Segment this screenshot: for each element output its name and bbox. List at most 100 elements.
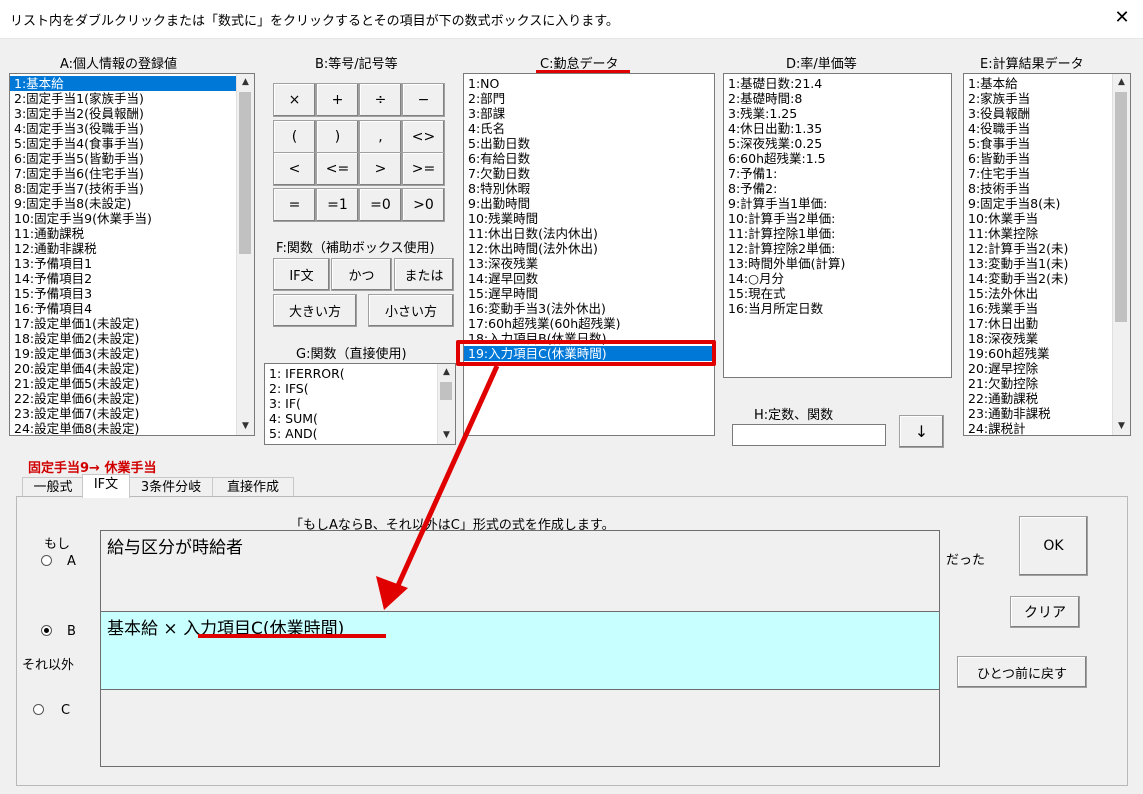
list-item[interactable]: 4:役職手当: [964, 121, 1130, 136]
symbol-button[interactable]: >: [359, 152, 402, 186]
list-item[interactable]: 8:特別休暇: [464, 181, 714, 196]
list-item[interactable]: 2:固定手当1(家族手当): [10, 91, 254, 106]
list-item[interactable]: 12:休出時間(法外休出): [464, 241, 714, 256]
radio-a[interactable]: [41, 555, 52, 566]
list-item[interactable]: 4: SUM(: [265, 411, 455, 426]
list-item[interactable]: 9:固定手当8(未): [964, 196, 1130, 211]
symbol-button[interactable]: +: [316, 83, 359, 117]
list-item[interactable]: 1:基礎日数:21.4: [724, 76, 951, 91]
scroll-down-icon[interactable]: ▼: [237, 418, 254, 435]
list-item[interactable]: 9:固定手当8(未設定): [10, 196, 254, 211]
list-item[interactable]: 8:技術手当: [964, 181, 1130, 196]
list-item[interactable]: 6:皆勤手当: [964, 151, 1130, 166]
list-item[interactable]: 10:計算手当2単価:: [724, 211, 951, 226]
scroll-down-icon[interactable]: ▼: [438, 427, 455, 444]
list-item[interactable]: 2:部門: [464, 91, 714, 106]
list-item[interactable]: 13:予備項目1: [10, 256, 254, 271]
list-item[interactable]: 6:有給日数: [464, 151, 714, 166]
list-item[interactable]: 15:遅早時間: [464, 286, 714, 301]
radio-c[interactable]: [33, 704, 44, 715]
list-item[interactable]: 12:計算控除2単価:: [724, 241, 951, 256]
list-item[interactable]: 10:残業時間: [464, 211, 714, 226]
list-item[interactable]: 14:○月分: [724, 271, 951, 286]
list-item[interactable]: 9:出勤時間: [464, 196, 714, 211]
scroll-thumb[interactable]: [239, 92, 251, 254]
close-icon[interactable]: ✕: [1110, 5, 1134, 31]
list-g-scrollbar[interactable]: ▲ ▼: [437, 364, 455, 444]
list-item[interactable]: 9:計算手当1単価:: [724, 196, 951, 211]
list-item[interactable]: 11:計算控除1単価:: [724, 226, 951, 241]
list-item[interactable]: 13:変動手当1(未): [964, 256, 1130, 271]
list-item[interactable]: 8:予備2:: [724, 181, 951, 196]
symbol-button[interactable]: (: [273, 120, 316, 154]
list-item[interactable]: 15:予備項目3: [10, 286, 254, 301]
list-item[interactable]: 5: AND(: [265, 426, 455, 441]
list-item[interactable]: 17:60h超残業(60h超残業): [464, 316, 714, 331]
list-item[interactable]: 18:設定単価2(未設定): [10, 331, 254, 346]
list-item[interactable]: 24:課税計: [964, 421, 1130, 435]
symbol-button[interactable]: =0: [359, 188, 402, 222]
list-d[interactable]: 1:基礎日数:21.4 2:基礎時間:8 3:残業:1.25 4:休日出勤:1.35 5…: [723, 73, 952, 378]
radio-b[interactable]: [41, 625, 52, 636]
list-g[interactable]: 1: IFERROR(2: IFS(3: IF(4: SUM(5: AND( ▲…: [264, 363, 456, 445]
list-item[interactable]: 6:60h超残業:1.5: [724, 151, 951, 166]
symbol-button[interactable]: ×: [273, 83, 316, 117]
list-item[interactable]: 3:残業:1.25: [724, 106, 951, 121]
list-item[interactable]: 5:食事手当: [964, 136, 1130, 151]
list-a-scrollbar[interactable]: ▲ ▼: [236, 74, 254, 435]
function-button[interactable]: 小さい方: [368, 294, 454, 327]
list-item[interactable]: 3:固定手当2(役員報酬): [10, 106, 254, 121]
symbol-button[interactable]: >0: [402, 188, 445, 222]
list-item[interactable]: 13:時間外単価(計算): [724, 256, 951, 271]
symbol-button[interactable]: >=: [402, 152, 445, 186]
list-item[interactable]: 14:遅早回数: [464, 271, 714, 286]
list-item[interactable]: 23:通勤非課税: [964, 406, 1130, 421]
symbol-button[interactable]: <: [273, 152, 316, 186]
list-item[interactable]: 15:現在式: [724, 286, 951, 301]
list-item[interactable]: 5:出勤日数: [464, 136, 714, 151]
list-item[interactable]: 18:深夜残業: [964, 331, 1130, 346]
list-item[interactable]: 4:固定手当3(役職手当): [10, 121, 254, 136]
symbol-button[interactable]: ): [316, 120, 359, 154]
list-item[interactable]: 14:変動手当2(未): [964, 271, 1130, 286]
list-item[interactable]: 22:設定単価6(未設定): [10, 391, 254, 406]
list-item[interactable]: 4:休日出勤:1.35: [724, 121, 951, 136]
list-item[interactable]: 2:基礎時間:8: [724, 91, 951, 106]
scroll-down-icon[interactable]: ▼: [1113, 418, 1130, 435]
list-item[interactable]: 3:部課: [464, 106, 714, 121]
list-item[interactable]: 1:NO: [464, 76, 714, 91]
list-item[interactable]: 14:予備項目2: [10, 271, 254, 286]
list-item[interactable]: 7:住宅手当: [964, 166, 1130, 181]
formula-box-b[interactable]: 基本給 × 入力項目C(休業時間): [100, 611, 940, 690]
list-item[interactable]: 5:深夜残業:0.25: [724, 136, 951, 151]
clear-button[interactable]: クリア: [1010, 596, 1080, 628]
list-item[interactable]: 15:法外休出: [964, 286, 1130, 301]
function-button[interactable]: IF文: [273, 258, 330, 291]
tab-three-branch[interactable]: 3条件分岐: [128, 477, 214, 498]
list-item[interactable]: 22:通勤課税: [964, 391, 1130, 406]
list-a[interactable]: 1:基本給 2:固定手当1(家族手当) 3:固定手当2(役員報酬) 4:固定手当3(役…: [9, 73, 255, 436]
list-item[interactable]: 19:60h超残業: [964, 346, 1130, 361]
symbol-button[interactable]: =: [273, 188, 316, 222]
list-e[interactable]: 1:基本給 2:家族手当 3:役員報酬 4:役職手当 5:食事手当 6:皆勤手当 7:住宅手…: [963, 73, 1131, 436]
list-item[interactable]: 24:設定単価8(未設定): [10, 421, 254, 435]
symbol-button[interactable]: <>: [402, 120, 445, 154]
list-c[interactable]: 1:NO 2:部門 3:部課 4:氏名 5:出勤日数 6:有給日数 7:欠勤日数 8:特別休暇…: [463, 73, 715, 436]
list-item[interactable]: 7:固定手当6(住宅手当): [10, 166, 254, 181]
list-item[interactable]: 4:氏名: [464, 121, 714, 136]
scroll-up-icon[interactable]: ▲: [438, 364, 455, 381]
list-item[interactable]: 17:設定単価1(未設定): [10, 316, 254, 331]
function-button[interactable]: かつ: [331, 258, 392, 291]
tab-direct[interactable]: 直接作成: [212, 477, 294, 498]
list-item[interactable]: 11:休出日数(法内休出): [464, 226, 714, 241]
list-item[interactable]: 20:設定単価4(未設定): [10, 361, 254, 376]
list-item[interactable]: 2: IFS(: [265, 381, 455, 396]
formula-box-a[interactable]: 給与区分が時給者: [100, 530, 940, 612]
list-item[interactable]: 16:予備項目4: [10, 301, 254, 316]
tab-general[interactable]: 一般式: [22, 477, 84, 498]
list-item[interactable]: 11:通勤課税: [10, 226, 254, 241]
list-item[interactable]: 7:予備1:: [724, 166, 951, 181]
scroll-up-icon[interactable]: ▲: [237, 74, 254, 91]
list-item[interactable]: 13:深夜残業: [464, 256, 714, 271]
symbol-button[interactable]: ,: [359, 120, 402, 154]
